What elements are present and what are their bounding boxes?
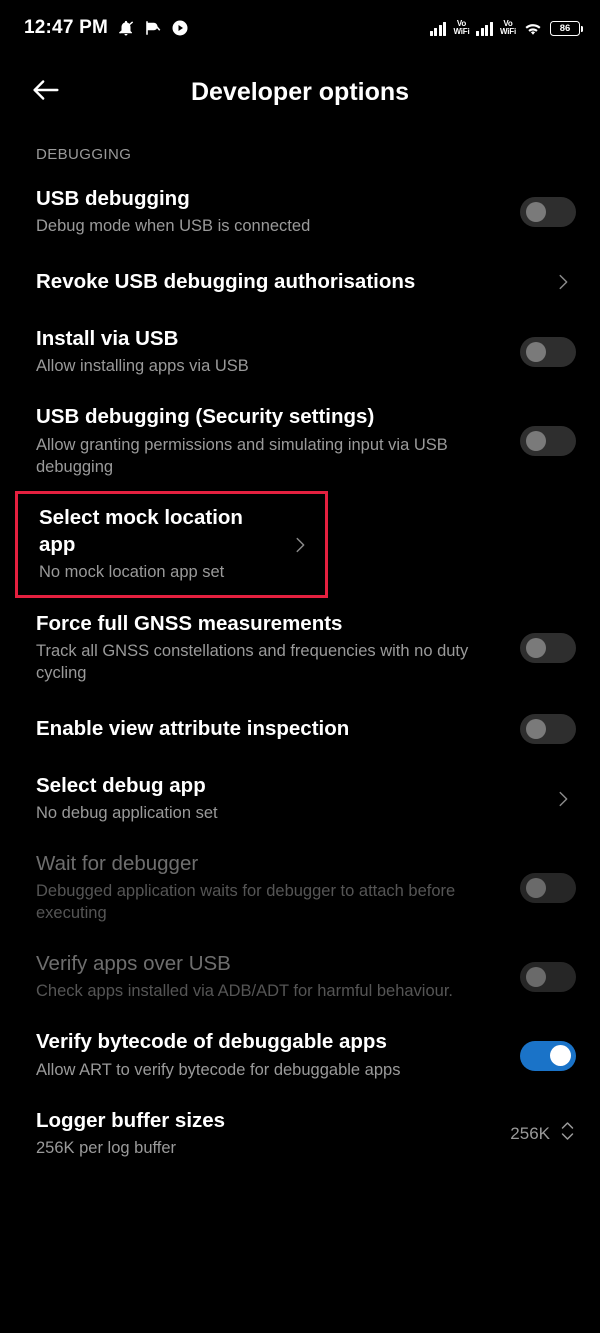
settings-row-toggle[interactable] — [520, 1040, 576, 1071]
settings-row-title: Revoke USB debugging authorisations — [36, 270, 416, 294]
settings-row-text: Force full GNSS measurements Track all GN… — [36, 611, 520, 685]
settings-row-value: 256K — [510, 1123, 550, 1143]
settings-row-title: Wait for debugger — [36, 852, 199, 876]
toggle-knob — [550, 1045, 571, 1066]
settings-row-toggle — [520, 873, 576, 904]
settings-row[interactable]: Select mock location app No mock location… — [15, 491, 328, 598]
settings-row-subtitle: Allow ART to verify bytecode for debugga… — [36, 1060, 401, 1079]
settings-row-title: Enable view attribute inspection — [36, 716, 350, 740]
settings-row: Wait for debugger Debugged application wa… — [0, 838, 600, 938]
wifi-icon — [523, 20, 543, 36]
chevron-right-icon[interactable] — [550, 271, 576, 293]
settings-row-text: Verify bytecode of debuggable apps Allow … — [36, 1029, 520, 1081]
app-bar: Developer options — [0, 56, 600, 128]
battery-level-label: 86 — [559, 22, 571, 34]
stepper-updown-icon[interactable] — [559, 1120, 576, 1147]
page-title: Developer options — [190, 77, 410, 106]
settings-row-subtitle: Debug mode when USB is connected — [36, 217, 311, 236]
settings-row-subtitle: 256K per log buffer — [36, 1138, 177, 1157]
settings-row[interactable]: Revoke USB debugging authorisations — [0, 251, 600, 313]
status-bar-clock: 12:47 PM — [24, 17, 108, 38]
status-bar: 12:47 PM Vo WiFi Vo WiFi 86 — [0, 0, 600, 56]
settings-row-title: Select mock location app — [39, 506, 243, 556]
toggle-knob — [526, 718, 546, 739]
toggle-knob — [526, 431, 546, 452]
settings-row[interactable]: Select debug app No debug application set — [0, 760, 600, 838]
settings-row-subtitle: Track all GNSS constellations and freque… — [36, 642, 469, 683]
section-header-debugging: DEBUGGING — [36, 146, 132, 163]
settings-row-toggle — [520, 962, 576, 993]
settings-row-toggle[interactable] — [520, 426, 576, 457]
settings-row-title: Install via USB — [36, 327, 179, 351]
settings-list: USB debugging Debug mode when USB is conn… — [0, 173, 600, 1193]
settings-row[interactable]: Force full GNSS measurements Track all GN… — [0, 598, 600, 698]
settings-row[interactable]: Logger buffer sizes 256K per log buffer 25… — [0, 1095, 600, 1173]
settings-row-text: Verify apps over USB Check apps installed… — [36, 951, 520, 1003]
settings-row-toggle[interactable] — [520, 713, 576, 744]
settings-row-value-stepper[interactable]: 256K — [510, 1120, 576, 1147]
data-saver-icon — [144, 19, 162, 37]
status-bar-left: 12:47 PM — [24, 17, 189, 39]
chevron-right-icon[interactable] — [550, 788, 576, 810]
settings-row-text: Revoke USB debugging authorisations — [36, 269, 550, 295]
settings-row-toggle[interactable] — [520, 337, 576, 368]
settings-row-text: USB debugging Debug mode when USB is conn… — [36, 186, 520, 238]
settings-row-title: USB debugging (Security settings) — [36, 405, 375, 429]
bell-muted-icon — [117, 19, 135, 37]
settings-row-text: Select debug app No debug application set — [36, 773, 550, 825]
battery-icon: 86 — [550, 20, 584, 36]
settings-row: Verify apps over USB Check apps installed… — [0, 938, 600, 1016]
settings-row-title: Force full GNSS measurements — [36, 611, 343, 635]
back-button[interactable] — [14, 60, 78, 124]
toggle-knob — [526, 967, 546, 988]
vowifi-label: Vo WiFi — [453, 20, 469, 36]
settings-row[interactable]: Verify bytecode of debuggable apps Allow … — [0, 1016, 600, 1094]
chevron-right-icon[interactable] — [287, 534, 313, 556]
settings-row-text: USB debugging (Security settings) Allow g… — [36, 404, 520, 478]
settings-row-subtitle: No debug application set — [36, 804, 218, 823]
settings-row-subtitle: Allow installing apps via USB — [36, 357, 249, 376]
settings-row-text: Select mock location app No mock location… — [39, 505, 287, 583]
settings-row-subtitle: Check apps installed via ADB/ADT for har… — [36, 982, 453, 1001]
settings-row-title: USB debugging — [36, 187, 190, 210]
settings-row[interactable]: Install via USB Allow installing apps via… — [0, 313, 600, 391]
settings-row-title: Logger buffer sizes — [36, 1108, 226, 1132]
settings-row-subtitle: Debugged application waits for debugger … — [36, 882, 456, 923]
toggle-knob — [526, 342, 546, 363]
settings-row-title: Verify apps over USB — [36, 952, 231, 976]
signal-bars-icon — [429, 21, 447, 36]
vowifi-label: Vo WiFi — [500, 20, 516, 36]
settings-row-text: Install via USB Allow installing apps via… — [36, 326, 520, 378]
play-circle-icon — [171, 19, 189, 37]
settings-row[interactable]: USB debugging (Security settings) Allow g… — [0, 391, 600, 491]
settings-row[interactable]: Enable view attribute inspection — [0, 698, 600, 760]
settings-row-text: Logger buffer sizes 256K per log buffer — [36, 1108, 510, 1160]
back-arrow-icon — [29, 73, 63, 112]
settings-row-toggle[interactable] — [520, 197, 576, 228]
signal-bars-icon — [476, 21, 493, 36]
settings-row-text: Enable view attribute inspection — [36, 716, 520, 742]
settings-row-subtitle: No mock location app set — [39, 562, 225, 581]
settings-row-text: Wait for debugger Debugged application wa… — [36, 851, 520, 925]
settings-row-toggle[interactable] — [520, 632, 576, 663]
settings-row[interactable]: USB debugging Debug mode when USB is conn… — [0, 173, 600, 251]
vowifi-bottom: WiFi — [453, 27, 470, 36]
settings-row-title: Select debug app — [36, 773, 206, 797]
toggle-knob — [526, 202, 546, 223]
vowifi-bottom: WiFi — [499, 27, 516, 36]
toggle-knob — [526, 637, 546, 658]
status-bar-right: Vo WiFi Vo WiFi 86 — [429, 20, 584, 36]
toggle-knob — [526, 878, 546, 899]
settings-row-title: Verify bytecode of debuggable apps — [36, 1030, 387, 1054]
settings-row-subtitle: Allow granting permissions and simulatin… — [36, 435, 448, 476]
